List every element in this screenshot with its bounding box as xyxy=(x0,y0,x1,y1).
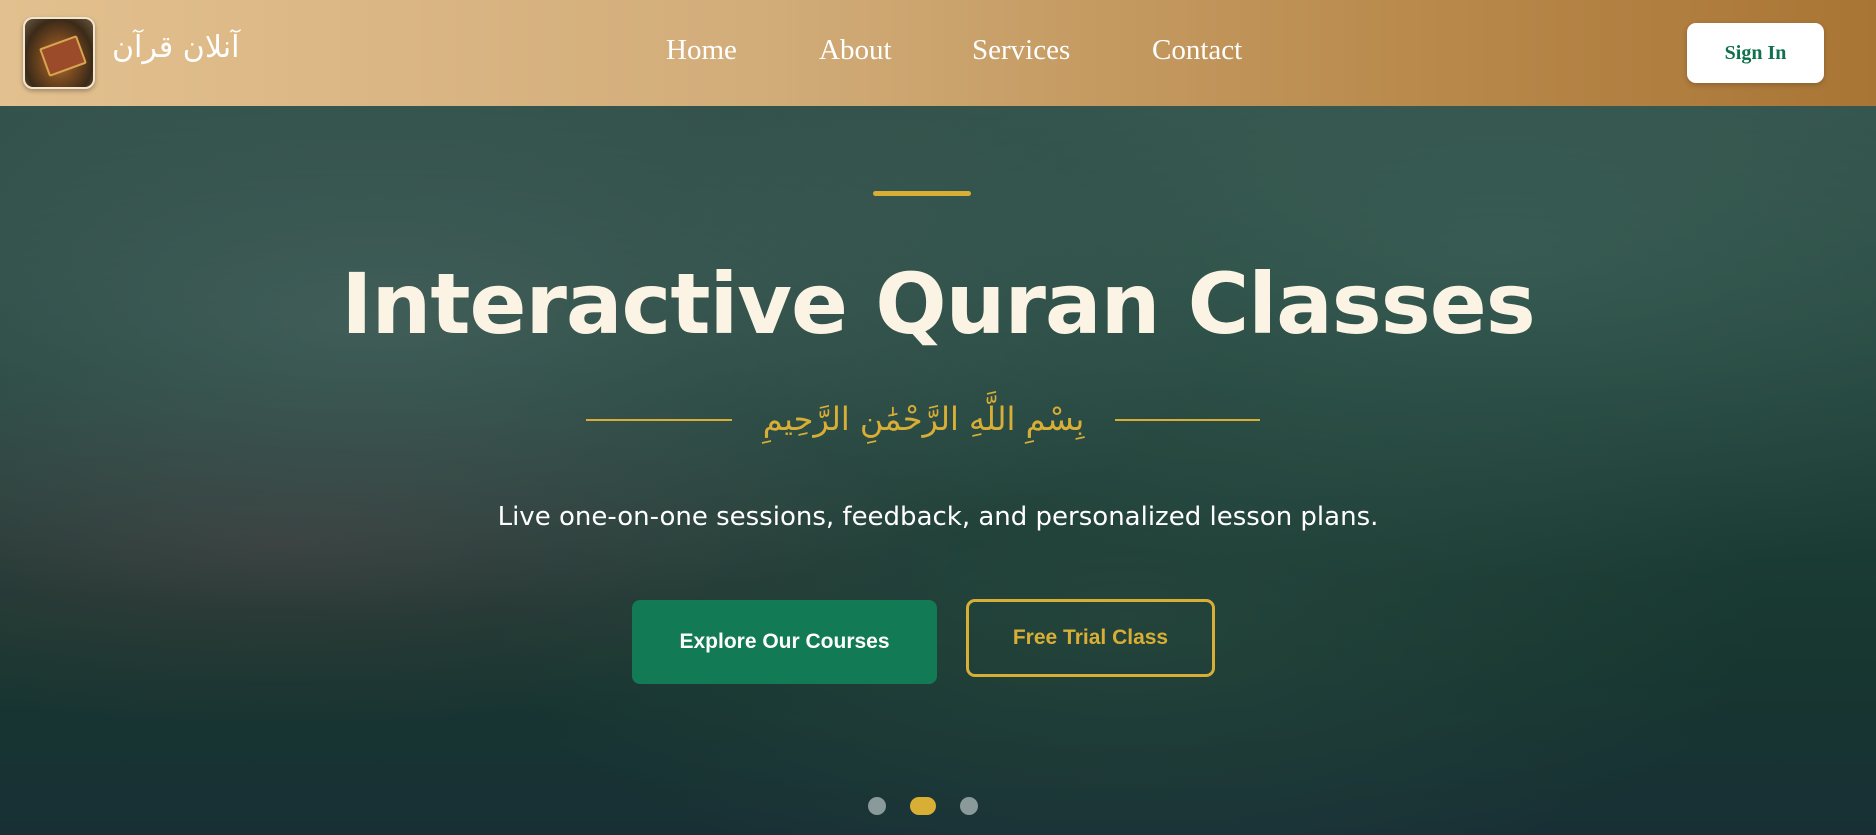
carousel-dot-3[interactable] xyxy=(960,797,978,815)
bismillah-text: بِسْمِ اللَّهِ الرَّحْمَٰنِ الرَّحِيمِ xyxy=(762,400,1085,438)
logo-quran-image[interactable] xyxy=(23,17,95,89)
decorative-gold-bar xyxy=(873,191,971,196)
explore-courses-button[interactable]: Explore Our Courses xyxy=(632,600,937,684)
header: آنلان قرآن Home About Services Contact S… xyxy=(0,0,1876,106)
divider-left xyxy=(586,419,732,421)
divider-right xyxy=(1115,419,1260,421)
nav-contact[interactable]: Contact xyxy=(1152,34,1242,67)
hero-title: Interactive Quran Classes xyxy=(341,255,1535,353)
hero-subtitle: Live one-on-one sessions, feedback, and … xyxy=(497,502,1379,532)
free-trial-button[interactable]: Free Trial Class xyxy=(966,599,1215,677)
nav-about[interactable]: About xyxy=(819,34,892,67)
nav-home[interactable]: Home xyxy=(666,34,737,67)
logo-text[interactable]: آنلان قرآن xyxy=(112,30,239,65)
nav-services[interactable]: Services xyxy=(972,34,1070,67)
carousel-dot-2-active[interactable] xyxy=(910,797,936,815)
sign-in-button[interactable]: Sign In xyxy=(1687,23,1824,83)
hero-background-image xyxy=(0,106,1876,835)
carousel-dot-1[interactable] xyxy=(868,797,886,815)
